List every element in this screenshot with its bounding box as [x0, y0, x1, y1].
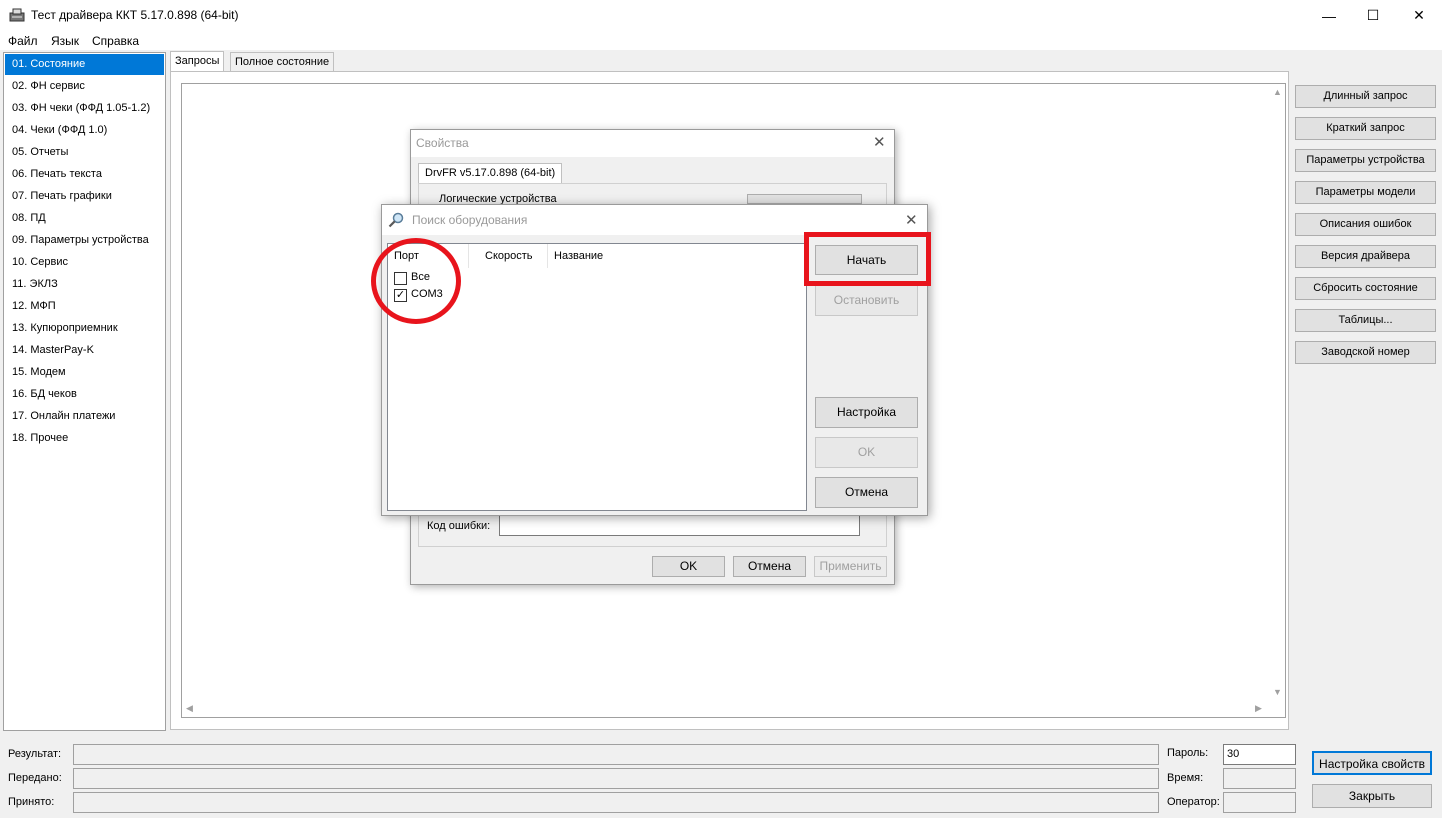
model-params-button[interactable]: Параметры модели [1295, 181, 1436, 204]
properties-ok-button[interactable]: OK [652, 556, 725, 577]
short-request-button[interactable]: Краткий запрос [1295, 117, 1436, 140]
tab-requests[interactable]: Запросы [170, 51, 225, 72]
tables-button[interactable]: Таблицы... [1295, 309, 1436, 332]
result-label: Результат: [8, 748, 62, 760]
properties-cancel-button[interactable]: Отмена [733, 556, 806, 577]
nav-item-fn-receipts[interactable]: 03. ФН чеки (ФФД 1.05-1.2) [5, 98, 164, 119]
close-window-button[interactable]: ✕ [1396, 0, 1442, 31]
search-titlebar: Поиск оборудования ✕ [382, 205, 927, 235]
driver-version-button[interactable]: Версия драйвера [1295, 245, 1436, 268]
password-input[interactable]: 30 [1223, 744, 1296, 765]
column-speed[interactable]: Скорость [469, 244, 548, 268]
column-name[interactable]: Название [548, 244, 806, 268]
search-cancel-button[interactable]: Отмена [815, 477, 918, 508]
properties-titlebar: Свойства ✕ [411, 130, 894, 157]
menu-file[interactable]: Файл [8, 34, 38, 48]
tab-full-status[interactable]: Полное состояние [230, 52, 335, 71]
properties-close-icon[interactable]: ✕ [873, 133, 886, 151]
nav-item-eklz[interactable]: 11. ЭКЛЗ [5, 274, 164, 295]
nav-item-modem[interactable]: 15. Модем [5, 362, 164, 383]
vertical-scrollbar[interactable]: ▲ ▼ [1270, 84, 1285, 701]
close-button[interactable]: Закрыть [1312, 784, 1432, 808]
annotation-circle [371, 238, 461, 324]
window-title: Тест драйвера ККТ 5.17.0.898 (64-bit) [31, 8, 239, 22]
result-field [73, 744, 1159, 765]
menu-language[interactable]: Язык [51, 34, 79, 48]
settings-properties-button[interactable]: Настройка свойств [1312, 751, 1432, 775]
properties-hidden-button[interactable] [747, 194, 862, 204]
long-request-button[interactable]: Длинный запрос [1295, 85, 1436, 108]
properties-apply-button[interactable]: Применить [814, 556, 887, 577]
menu-help[interactable]: Справка [92, 34, 139, 48]
app-icon [9, 8, 25, 22]
horizontal-scrollbar[interactable]: ◀ ▶ [182, 701, 1270, 717]
operator-label: Оператор: [1167, 796, 1220, 808]
nav-item-masterpay[interactable]: 14. MasterPay-K [5, 340, 164, 361]
scroll-down-icon[interactable]: ▼ [1273, 687, 1282, 697]
nav-item-other[interactable]: 18. Прочее [5, 428, 164, 449]
nav-item-pd[interactable]: 08. ПД [5, 208, 164, 229]
password-label: Пароль: [1167, 747, 1209, 759]
search-title: Поиск оборудования [412, 213, 528, 227]
stop-button[interactable]: Остановить [815, 285, 918, 316]
nav-item-print-graphics[interactable]: 07. Печать графики [5, 186, 164, 207]
reset-state-button[interactable]: Сбросить состояние [1295, 277, 1436, 300]
error-descriptions-button[interactable]: Описания ошибок [1295, 213, 1436, 236]
serial-number-button[interactable]: Заводской номер [1295, 341, 1436, 364]
properties-tab-drvfr[interactable]: DrvFR v5.17.0.898 (64-bit) [418, 163, 563, 184]
error-code-field [499, 515, 860, 536]
time-label: Время: [1167, 772, 1204, 784]
annotation-rectangle [804, 232, 931, 286]
nav-item-mfp[interactable]: 12. МФП [5, 296, 164, 317]
sent-field [73, 768, 1159, 789]
operator-field [1223, 792, 1296, 813]
nav-item-print-text[interactable]: 06. Печать текста [5, 164, 164, 185]
nav-item-receipts[interactable]: 04. Чеки (ФФД 1.0) [5, 120, 164, 141]
sent-label: Передано: [8, 772, 62, 784]
properties-title: Свойства [416, 136, 469, 150]
device-params-button[interactable]: Параметры устройства [1295, 149, 1436, 172]
time-field [1223, 768, 1296, 789]
scroll-up-icon[interactable]: ▲ [1273, 87, 1282, 97]
nav-item-device-params[interactable]: 09. Параметры устройства [5, 230, 164, 251]
error-code-label: Код ошибки: [427, 520, 491, 532]
nav-item-online-payments[interactable]: 17. Онлайн платежи [5, 406, 164, 427]
nav-item-bill-acceptor[interactable]: 13. Купюроприемник [5, 318, 164, 339]
search-settings-button[interactable]: Настройка [815, 397, 918, 428]
nav-item-service[interactable]: 10. Сервис [5, 252, 164, 273]
received-label: Принято: [8, 796, 55, 808]
nav-item-reports[interactable]: 05. Отчеты [5, 142, 164, 163]
scroll-right-icon[interactable]: ▶ [1255, 703, 1262, 714]
magnifier-icon [388, 212, 404, 228]
search-close-icon[interactable]: ✕ [905, 211, 918, 229]
nav-item-receipts-db[interactable]: 16. БД чеков [5, 384, 164, 405]
menu-bar: Файл Язык Справка [0, 31, 1442, 50]
scroll-left-icon[interactable]: ◀ [186, 703, 193, 714]
title-bar: Тест драйвера ККТ 5.17.0.898 (64-bit) — … [0, 0, 1442, 31]
received-field [73, 792, 1159, 813]
minimize-button[interactable]: — [1306, 0, 1352, 31]
maximize-button[interactable]: ☐ [1350, 0, 1396, 31]
nav-item-fn-service[interactable]: 02. ФН сервис [5, 76, 164, 97]
nav-item-status[interactable]: 01. Состояние [5, 54, 164, 75]
section-list: 01. Состояние 02. ФН сервис 03. ФН чеки … [3, 52, 166, 731]
search-ok-button[interactable]: OK [815, 437, 918, 468]
